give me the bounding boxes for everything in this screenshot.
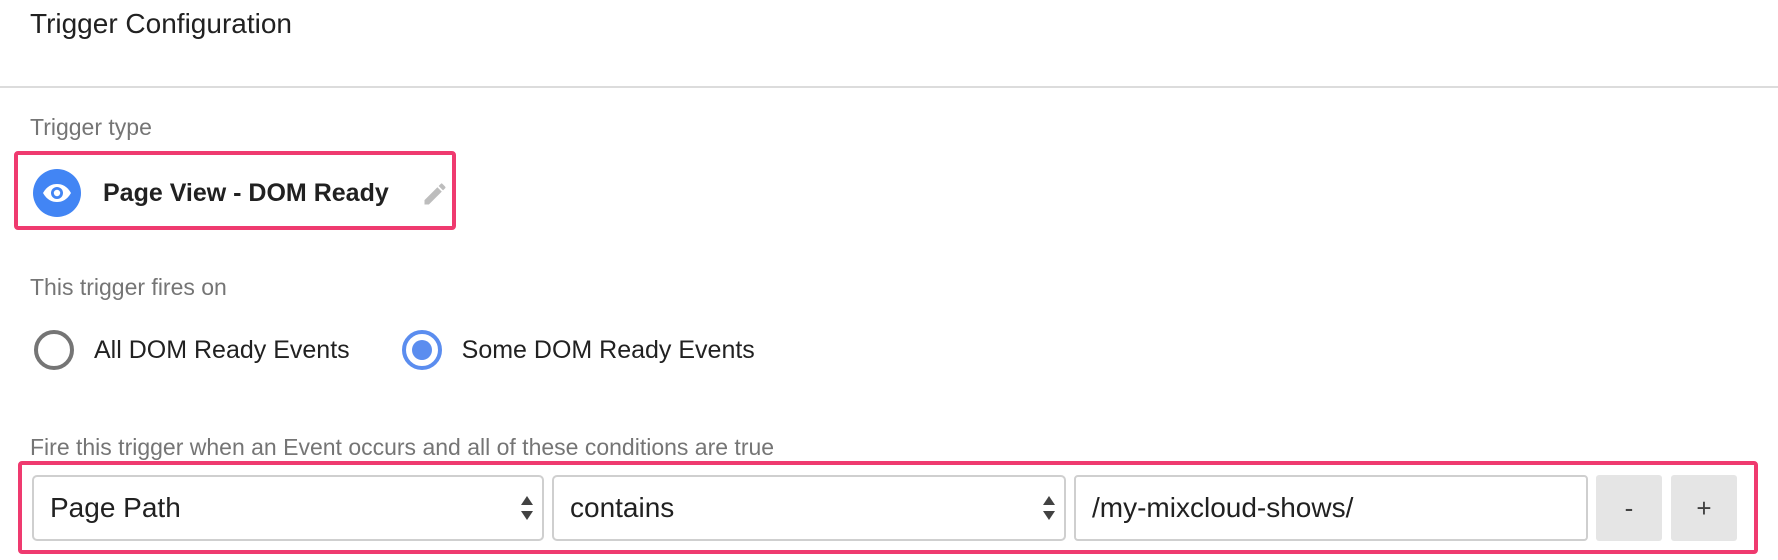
- conditions-label: Fire this trigger when an Event occurs a…: [30, 434, 775, 460]
- radio-some-dom-ready-events[interactable]: Some DOM Ready Events: [401, 330, 755, 370]
- remove-condition-button[interactable]: -: [1596, 475, 1662, 541]
- trigger-type-selector[interactable]: Page View - DOM Ready: [33, 169, 449, 217]
- radio-unchecked-icon[interactable]: [34, 330, 74, 370]
- radio-label: Some DOM Ready Events: [461, 335, 755, 364]
- condition-value-input[interactable]: [1074, 475, 1588, 541]
- radio-label: All DOM Ready Events: [94, 335, 350, 364]
- page-title: Trigger Configuration: [30, 8, 292, 39]
- radio-checked-icon[interactable]: [401, 330, 442, 370]
- conditions-highlight: Page Path contains -: [18, 461, 1758, 554]
- fires-on-radio-group: All DOM Ready Events Some DOM Ready Even…: [34, 330, 755, 370]
- select-arrows-icon: [1042, 494, 1056, 522]
- eye-icon: [33, 169, 81, 217]
- select-arrows-icon: [520, 494, 534, 522]
- trigger-type-highlight: Page View - DOM Ready: [14, 151, 456, 230]
- trigger-type-label: Trigger type: [30, 114, 152, 140]
- trigger-type-name: Page View - DOM Ready: [103, 178, 389, 207]
- condition-row: Page Path contains -: [32, 475, 1737, 541]
- pencil-icon[interactable]: [421, 180, 449, 208]
- operator-select-value: contains: [570, 492, 675, 523]
- fires-on-label: This trigger fires on: [30, 274, 227, 300]
- radio-all-dom-ready-events[interactable]: All DOM Ready Events: [34, 330, 350, 370]
- header-divider: [0, 86, 1778, 88]
- trigger-configuration-panel: Trigger Configuration Trigger type Page …: [0, 0, 1778, 560]
- add-condition-button[interactable]: +: [1671, 475, 1737, 541]
- variable-select-value: Page Path: [50, 492, 181, 523]
- variable-select[interactable]: Page Path: [32, 475, 544, 541]
- operator-select[interactable]: contains: [552, 475, 1066, 541]
